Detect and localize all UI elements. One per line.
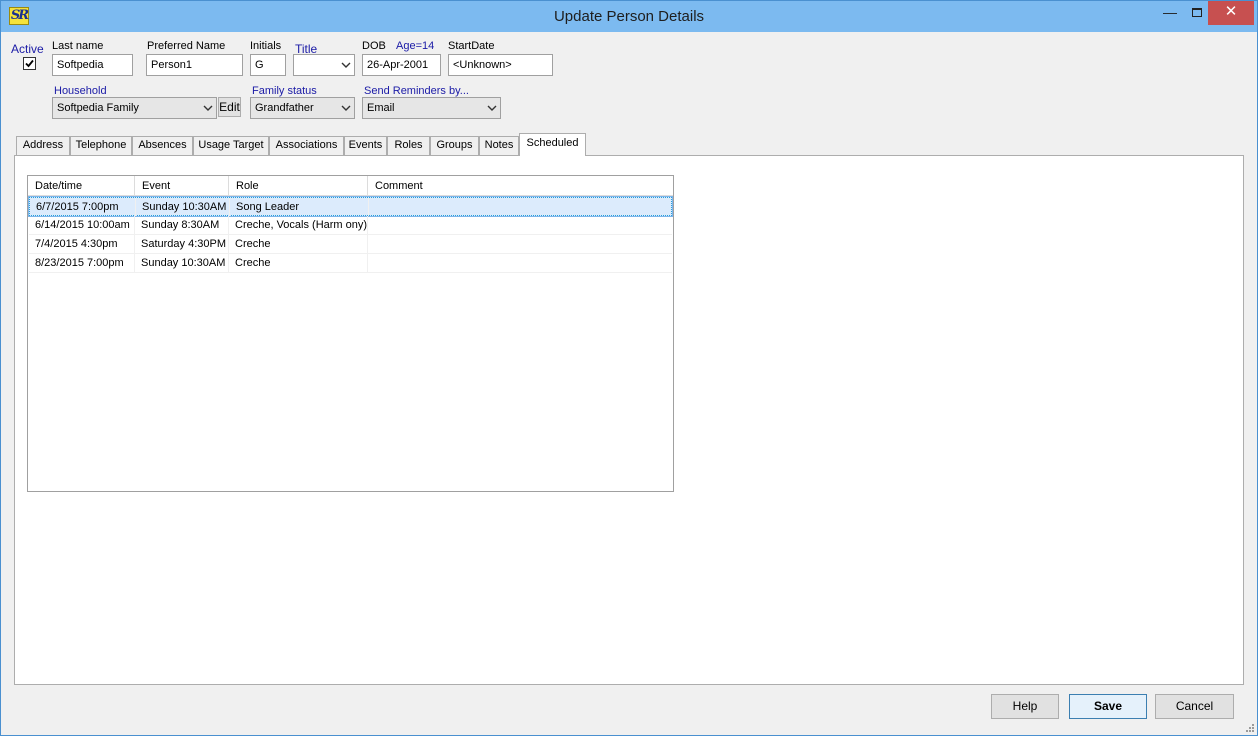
list-header: Date/time Event Role Comment: [28, 176, 673, 196]
tab-usage-target[interactable]: Usage Target: [193, 136, 269, 155]
cell-role: Creche: [229, 254, 368, 272]
chevron-down-icon: [340, 58, 352, 72]
last-name-label: Last name: [52, 40, 104, 52]
save-button[interactable]: Save: [1069, 694, 1147, 719]
tab-scheduled[interactable]: Scheduled: [519, 133, 586, 156]
column-header-comment[interactable]: Comment: [368, 176, 673, 196]
window-title: Update Person Details: [553, 8, 705, 25]
update-person-window: SR Update Person Details — ✕ Active Last…: [0, 0, 1258, 736]
tab-absences[interactable]: Absences: [132, 136, 193, 155]
cell-event: Saturday 4:30PM: [135, 235, 229, 253]
initials-label: Initials: [250, 40, 282, 52]
table-row[interactable]: 6/14/2015 10:00am Sunday 8:30AM Creche, …: [29, 216, 672, 235]
table-row[interactable]: 7/4/2015 4:30pm Saturday 4:30PM Creche: [29, 235, 672, 254]
maximize-icon: [1192, 8, 1202, 17]
cell-datetime: 6/14/2015 10:00am: [29, 216, 135, 234]
chevron-down-icon: [202, 101, 214, 115]
active-checkbox[interactable]: [23, 57, 36, 70]
tab-associations[interactable]: Associations: [269, 136, 344, 155]
help-button[interactable]: Help: [991, 694, 1059, 719]
tab-roles[interactable]: Roles: [387, 136, 430, 155]
cell-datetime: 8/23/2015 7:00pm: [29, 254, 135, 272]
preferred-name-label: Preferred Name: [147, 40, 226, 52]
resize-grip-icon[interactable]: [1245, 723, 1255, 733]
tab-events[interactable]: Events: [344, 136, 387, 155]
active-label: Active: [11, 42, 44, 56]
dob-label: DOB: [362, 40, 386, 52]
scheduled-list[interactable]: Date/time Event Role Comment 6/7/2015 7:…: [27, 175, 674, 492]
cell-event: Sunday 8:30AM: [135, 216, 229, 234]
initials-field[interactable]: G: [250, 54, 286, 76]
household-dropdown[interactable]: Softpedia Family: [52, 97, 217, 119]
start-date-label: StartDate: [448, 40, 495, 52]
family-status-value: Grandfather: [255, 102, 314, 114]
scheduled-tab-panel: Date/time Event Role Comment 6/7/2015 7:…: [14, 155, 1244, 685]
column-header-role[interactable]: Role: [229, 176, 368, 196]
reminders-label: Send Reminders by...: [364, 85, 469, 97]
start-date-field[interactable]: <Unknown>: [448, 54, 553, 76]
age-label: Age=14: [396, 40, 435, 52]
cell-comment: [368, 216, 668, 234]
close-icon: ✕: [1224, 3, 1238, 20]
family-status-dropdown[interactable]: Grandfather: [250, 97, 355, 119]
cell-comment: [368, 235, 668, 253]
tab-notes[interactable]: Notes: [479, 136, 519, 155]
cancel-button[interactable]: Cancel: [1155, 694, 1234, 719]
family-status-label: Family status: [252, 85, 317, 97]
cell-role: Creche: [229, 235, 368, 253]
minimize-icon: —: [1163, 4, 1177, 20]
title-dropdown[interactable]: [293, 54, 355, 76]
column-header-datetime[interactable]: Date/time: [28, 176, 135, 196]
cell-comment: [369, 198, 669, 216]
household-label: Household: [54, 85, 107, 97]
household-dropdown-value: Softpedia Family: [57, 102, 139, 114]
last-name-field[interactable]: Softpedia: [52, 54, 133, 76]
chevron-down-icon: [340, 101, 352, 115]
preferred-name-field[interactable]: Person1: [146, 54, 243, 76]
household-edit-button[interactable]: Edit: [218, 97, 241, 117]
chevron-down-icon: [486, 101, 498, 115]
reminders-dropdown[interactable]: Email: [362, 97, 501, 119]
column-header-event[interactable]: Event: [135, 176, 229, 196]
cell-role: Creche, Vocals (Harm ony): [229, 216, 368, 234]
cell-role: Song Leader: [230, 198, 369, 216]
close-button[interactable]: ✕: [1208, 1, 1254, 25]
cell-comment: [368, 254, 668, 272]
title-bar[interactable]: SR Update Person Details — ✕: [1, 1, 1257, 32]
cell-datetime: 6/7/2015 7:00pm: [30, 198, 136, 216]
table-row[interactable]: 6/7/2015 7:00pm Sunday 10:30AM Song Lead…: [28, 196, 673, 217]
tab-groups[interactable]: Groups: [430, 136, 479, 155]
dob-field[interactable]: 26-Apr-2001: [362, 54, 441, 76]
table-row[interactable]: 8/23/2015 7:00pm Sunday 10:30AM Creche: [29, 254, 672, 273]
reminders-value: Email: [367, 102, 395, 114]
checkmark-icon: [25, 59, 34, 68]
cell-event: Sunday 10:30AM: [135, 254, 229, 272]
cell-event: Sunday 10:30AM: [136, 198, 230, 216]
cell-datetime: 7/4/2015 4:30pm: [29, 235, 135, 253]
tab-address[interactable]: Address: [16, 136, 70, 155]
tab-telephone[interactable]: Telephone: [70, 136, 132, 155]
